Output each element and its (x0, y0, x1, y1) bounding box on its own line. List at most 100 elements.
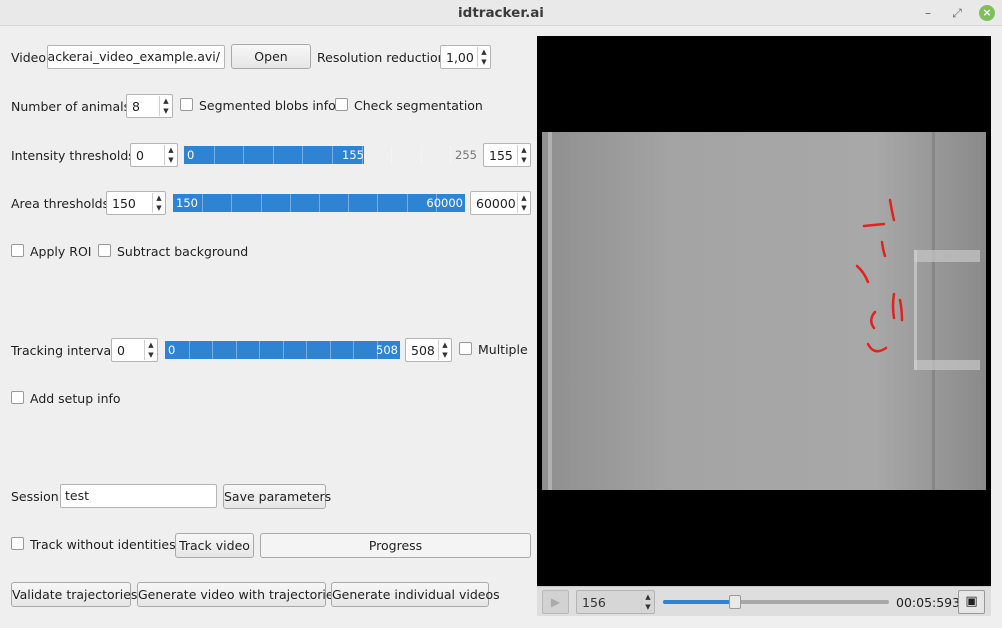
animals-value: 8 (132, 99, 140, 114)
slider-tick (260, 194, 262, 212)
spin-up-icon[interactable]: ▲ (439, 340, 451, 350)
generate-individual-videos-button[interactable]: Generate individual videos (331, 582, 500, 607)
resolution-value: 1,00 (446, 50, 474, 65)
close-icon[interactable]: × (979, 5, 995, 21)
resolution-spinbox[interactable]: 1,00 ▲ ▼ (440, 45, 491, 69)
spin-down-icon[interactable]: ▼ (478, 57, 490, 67)
animals-label: Number of animals (11, 99, 131, 114)
playback-time: 00:05:593 (896, 595, 961, 610)
slider-tick (202, 194, 204, 212)
spin-up-icon[interactable]: ▲ (160, 96, 172, 106)
area-slider-low: 150 (176, 196, 198, 210)
spin-down-icon[interactable]: ▼ (439, 350, 451, 360)
slider-tick (213, 146, 215, 164)
slider-tick (306, 341, 307, 359)
video-label: Video (11, 50, 47, 65)
tracking-slider-high: 508 (376, 343, 398, 357)
spin-down-icon[interactable]: ▼ (518, 155, 530, 165)
validate-trajectories-button[interactable]: Validate trajectories (11, 582, 137, 607)
video-path-field[interactable]: /idtrackerai_video_example.avi (47, 45, 225, 69)
slider-tick (450, 146, 452, 164)
fullscreen-icon[interactable]: ▣ (958, 590, 985, 614)
slider-tick (332, 146, 333, 164)
intensity-max-value: 155 (489, 148, 513, 163)
resolution-label: Resolution reduction (317, 50, 446, 65)
restore-icon[interactable]: ⤢ (949, 5, 965, 21)
tracking-start-value: 0 (117, 343, 125, 358)
minimize-icon[interactable]: – (920, 5, 936, 21)
spin-up-icon[interactable]: ▲ (153, 193, 165, 203)
check-segmentation-checkbox[interactable] (335, 98, 348, 111)
multiple-checkbox[interactable] (459, 342, 472, 355)
spin-down-icon[interactable]: ▼ (642, 602, 654, 612)
save-parameters-button[interactable]: Save parameters (223, 484, 331, 509)
track-without-identities-checkbox[interactable] (11, 537, 24, 550)
segmented-blobs-checkbox[interactable] (180, 98, 193, 111)
window-title: idtracker.ai (458, 5, 544, 21)
spin-up-icon[interactable]: ▲ (478, 47, 490, 57)
tracking-interval-label: Tracking interval (11, 343, 115, 358)
subtract-background-label: Subtract background (117, 244, 249, 259)
spin-up-icon[interactable]: ▲ (165, 145, 177, 155)
slider-tick (376, 341, 378, 359)
spin-down-icon[interactable]: ▼ (165, 155, 177, 165)
spin-down-icon[interactable]: ▼ (518, 203, 530, 213)
slider-tick (212, 341, 213, 359)
area-range-slider[interactable]: 150 60000 (173, 194, 465, 212)
title-bar: idtracker.ai – ⤢ × (0, 0, 1002, 26)
intensity-min-spinbox[interactable]: 0 ▲ ▼ (130, 143, 178, 167)
slider-tick (420, 146, 422, 164)
open-button[interactable]: Open (231, 44, 311, 69)
play-icon[interactable]: ▶ (542, 590, 569, 614)
session-field[interactable]: test (60, 484, 217, 508)
intensity-label: Intensity thresholds (11, 148, 135, 163)
add-setup-info-checkbox[interactable] (11, 391, 24, 404)
track-video-button[interactable]: Track video (175, 533, 254, 558)
intensity-slider-low: 0 (187, 148, 195, 162)
tracking-start-spinbox[interactable]: 0 ▲ ▼ (111, 338, 158, 362)
spin-up-icon[interactable]: ▲ (642, 592, 654, 602)
slider-tick (377, 194, 379, 212)
apply-roi-checkbox[interactable] (11, 244, 24, 257)
spin-up-icon[interactable]: ▲ (145, 340, 157, 350)
player-controls: ▶ 156 ▲ ▼ 00:05:593 ▣ (537, 586, 991, 616)
slider-tick (391, 146, 393, 164)
seek-slider-handle[interactable] (729, 595, 742, 609)
intensity-slider-max: 255 (455, 148, 477, 162)
spin-down-icon[interactable]: ▼ (153, 203, 165, 213)
generate-video-button[interactable]: Generate video with trajectories (137, 582, 340, 607)
slider-tick (406, 194, 408, 212)
segmented-blobs-label: Segmented blobs info (199, 98, 336, 113)
seek-slider-fill (663, 600, 736, 604)
spin-down-icon[interactable]: ▼ (160, 106, 172, 116)
video-frame (542, 132, 986, 490)
slider-tick (302, 146, 304, 164)
seek-slider[interactable] (663, 595, 889, 609)
spin-up-icon[interactable]: ▲ (518, 145, 530, 155)
slider-tick (188, 341, 190, 359)
intensity-slider-fill (184, 146, 364, 164)
area-min-value: 150 (112, 196, 136, 211)
spin-up-icon[interactable]: ▲ (518, 193, 530, 203)
slider-tick (289, 194, 291, 212)
tracking-end-spinbox[interactable]: 508 ▲ ▼ (405, 338, 452, 362)
tracking-range-slider[interactable]: 0 508 (165, 341, 400, 359)
animals-spinbox[interactable]: 8 ▲ ▼ (126, 94, 173, 118)
area-max-spinbox[interactable]: 60000 ▲ ▼ (470, 191, 531, 215)
intensity-range-slider[interactable]: 0 155 255 (184, 146, 480, 164)
apply-roi-label: Apply ROI (30, 244, 92, 259)
area-slider-high: 60000 (426, 196, 463, 210)
area-min-spinbox[interactable]: 150 ▲ ▼ (106, 191, 166, 215)
frame-spinbox[interactable]: 156 ▲ ▼ (576, 590, 655, 614)
slider-tick (361, 146, 363, 164)
spin-down-icon[interactable]: ▼ (145, 350, 157, 360)
slider-tick (231, 194, 233, 212)
intensity-max-spinbox[interactable]: 155 ▲ ▼ (483, 143, 531, 167)
slider-tick (259, 341, 260, 359)
slider-tick (272, 146, 274, 164)
frame-value: 156 (582, 595, 606, 610)
slider-tick (353, 341, 354, 359)
subtract-background-checkbox[interactable] (98, 244, 111, 257)
slider-tick (348, 194, 350, 212)
tracking-slider-low: 0 (168, 343, 176, 357)
